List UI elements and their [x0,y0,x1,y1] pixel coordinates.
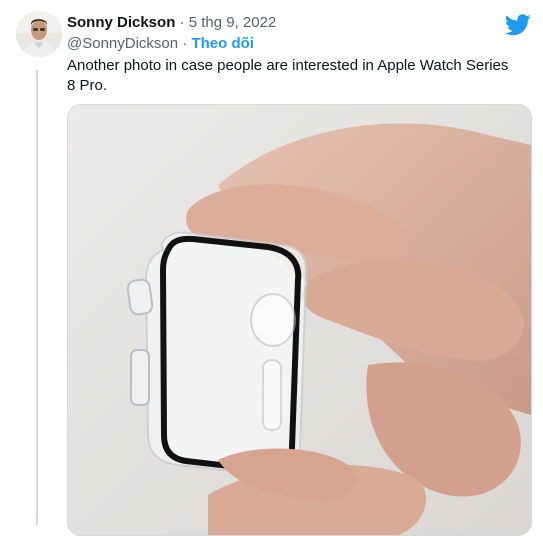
thread-line [36,70,38,525]
profile-photo [16,11,62,57]
tweet-text: Another photo in case people are interes… [67,57,509,94]
user-handle[interactable]: @SonnyDickson [67,35,178,52]
avatar[interactable] [16,11,62,57]
tweet-header: Sonny Dickson · 5 thg 9, 2022 [67,14,276,31]
meta-separator: · [175,14,189,31]
tweet-media-photo[interactable] [67,104,532,536]
photo-watch-case [68,105,531,535]
handle-line: @SonnyDickson · Theo dõi [67,35,254,52]
display-name[interactable]: Sonny Dickson [67,14,175,31]
handle-separator: · [178,35,192,52]
tweet-date[interactable]: 5 thg 9, 2022 [189,14,277,31]
follow-button[interactable]: Theo dõi [191,35,254,52]
twitter-bird-icon[interactable] [505,14,531,36]
